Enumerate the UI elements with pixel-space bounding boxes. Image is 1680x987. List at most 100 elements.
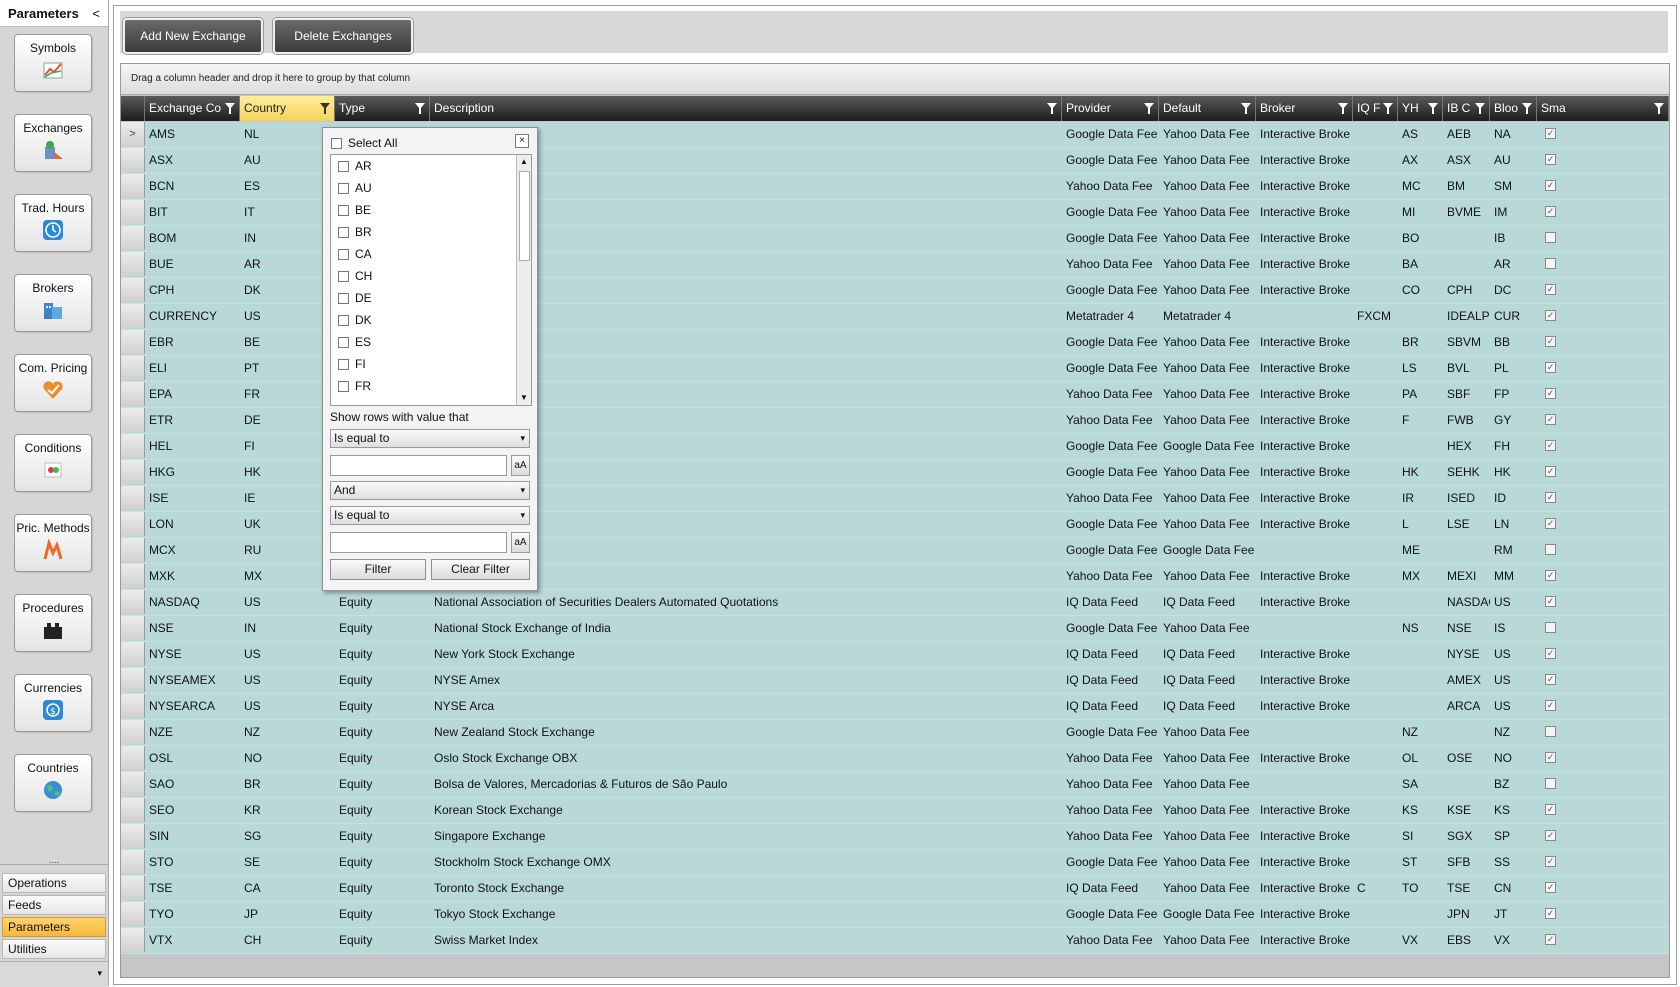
provider-cell[interactable]: Yahoo Data Fee <box>1062 252 1159 276</box>
broker-cell[interactable]: Interactive Broke <box>1256 382 1353 406</box>
ib-code-cell[interactable] <box>1443 720 1490 744</box>
bloomberg-code-cell[interactable]: IB <box>1490 226 1537 250</box>
bloomberg-code-cell[interactable]: NO <box>1490 746 1537 770</box>
yahoo-symbol-cell[interactable]: NS <box>1398 616 1443 640</box>
iq-feed-cell[interactable] <box>1353 434 1398 458</box>
table-row[interactable]: SIN SG Equity Singapore Exchange Yahoo Data … <box>121 824 1669 850</box>
provider-cell[interactable]: Google Data Fee <box>1062 330 1159 354</box>
filter-value-checkbox[interactable] <box>338 226 349 238</box>
provider-cell[interactable]: Yahoo Data Fee <box>1062 564 1159 588</box>
ib-code-cell[interactable]: BVME <box>1443 200 1490 224</box>
ib-code-cell[interactable]: NSE <box>1443 616 1490 640</box>
description-cell[interactable]: Tokyo Stock Exchange <box>430 902 1062 926</box>
ib-code-cell[interactable]: HEX <box>1443 434 1490 458</box>
broker-cell[interactable]: Interactive Broke <box>1256 486 1353 510</box>
bloomberg-code-cell[interactable]: US <box>1490 668 1537 692</box>
broker-cell[interactable]: Interactive Broke <box>1256 590 1353 614</box>
trading-hours-button[interactable]: Trad. Hours <box>14 194 92 252</box>
default-cell[interactable]: IQ Data Feed <box>1159 590 1256 614</box>
row-indicator[interactable] <box>121 512 145 536</box>
default-cell[interactable]: Google Data Fee <box>1159 434 1256 458</box>
iq-feed-cell[interactable] <box>1353 902 1398 926</box>
filter-icon[interactable] <box>225 103 235 114</box>
type-cell[interactable]: Equity <box>335 772 430 796</box>
smart-checkbox[interactable]: ✓ <box>1545 518 1556 529</box>
symbols-button[interactable]: Symbols <box>14 34 92 92</box>
bloomberg-code-cell[interactable]: FH <box>1490 434 1537 458</box>
yahoo-symbol-cell[interactable]: ST <box>1398 850 1443 874</box>
smart-checkbox[interactable]: ✓ <box>1545 934 1556 945</box>
yahoo-symbol-cell[interactable]: SA <box>1398 772 1443 796</box>
exchange-code-cell[interactable]: HEL <box>145 434 240 458</box>
chevron-down-icon[interactable]: ▾ <box>97 968 102 979</box>
country-cell[interactable]: US <box>240 668 335 692</box>
exchange-code-cell[interactable]: BCN <box>145 174 240 198</box>
filter-value-checkbox[interactable] <box>338 204 349 216</box>
default-cell[interactable]: Yahoo Data Fee <box>1159 122 1256 146</box>
ib-code-cell[interactable] <box>1443 538 1490 562</box>
bloomberg-code-cell[interactable]: VX <box>1490 928 1537 952</box>
table-row[interactable]: TSE CA Equity Toronto Stock Exchange IQ Data… <box>121 876 1669 902</box>
broker-cell[interactable]: Interactive Broke <box>1256 278 1353 302</box>
country-cell[interactable]: UK <box>240 512 335 536</box>
ib-code-cell[interactable]: MEXI <box>1443 564 1490 588</box>
description-cell[interactable]: National Association of Securities Deale… <box>430 590 1062 614</box>
filter-icon[interactable] <box>1428 103 1438 114</box>
filter-value-item[interactable]: BR <box>331 221 531 243</box>
yahoo-symbol-cell[interactable]: KS <box>1398 798 1443 822</box>
smart-checkbox[interactable] <box>1545 544 1556 555</box>
yahoo-symbol-cell[interactable] <box>1398 590 1443 614</box>
provider-cell[interactable]: Google Data Fee <box>1062 356 1159 380</box>
broker-cell[interactable]: Interactive Broke <box>1256 148 1353 172</box>
iq-feed-cell[interactable] <box>1353 824 1398 848</box>
broker-cell[interactable]: Interactive Broke <box>1256 746 1353 770</box>
default-cell[interactable]: Yahoo Data Fee <box>1159 772 1256 796</box>
type-cell[interactable]: Equity <box>335 824 430 848</box>
yahoo-symbol-cell[interactable]: CO <box>1398 278 1443 302</box>
type-cell[interactable]: Equity <box>335 876 430 900</box>
column-header-country[interactable]: Country <box>240 96 335 121</box>
exchange-code-cell[interactable]: ELI <box>145 356 240 380</box>
provider-cell[interactable]: Google Data Fee <box>1062 512 1159 536</box>
provider-cell[interactable]: IQ Data Feed <box>1062 694 1159 718</box>
bloomberg-code-cell[interactable]: SS <box>1490 850 1537 874</box>
scroll-up-icon[interactable]: ▲ <box>518 155 530 169</box>
bloomberg-code-cell[interactable]: US <box>1490 642 1537 666</box>
country-cell[interactable]: NZ <box>240 720 335 744</box>
ib-code-cell[interactable] <box>1443 772 1490 796</box>
column-header-iq-feed[interactable]: IQ F <box>1353 96 1398 121</box>
description-cell[interactable]: NYSE Amex <box>430 668 1062 692</box>
provider-cell[interactable]: Google Data Fee <box>1062 226 1159 250</box>
row-indicator[interactable] <box>121 434 145 458</box>
column-header-broker[interactable]: Broker <box>1256 96 1353 121</box>
type-cell[interactable]: Equity <box>335 642 430 666</box>
exchange-code-cell[interactable]: SEO <box>145 798 240 822</box>
iq-feed-cell[interactable] <box>1353 356 1398 380</box>
ib-code-cell[interactable]: BVL <box>1443 356 1490 380</box>
broker-cell[interactable]: Interactive Broke <box>1256 408 1353 432</box>
iq-feed-cell[interactable] <box>1353 642 1398 666</box>
row-indicator[interactable] <box>121 876 145 900</box>
exchange-code-cell[interactable]: SAO <box>145 772 240 796</box>
row-indicator[interactable] <box>121 538 145 562</box>
select-all-option[interactable]: Select All <box>331 136 397 150</box>
bloomberg-code-cell[interactable]: GY <box>1490 408 1537 432</box>
iq-feed-cell[interactable] <box>1353 746 1398 770</box>
yahoo-symbol-cell[interactable]: IR <box>1398 486 1443 510</box>
smart-checkbox[interactable] <box>1545 778 1556 789</box>
row-indicator[interactable] <box>121 616 145 640</box>
row-indicator[interactable] <box>121 174 145 198</box>
smart-checkbox[interactable] <box>1545 622 1556 633</box>
yahoo-symbol-cell[interactable]: SI <box>1398 824 1443 848</box>
yahoo-symbol-cell[interactable]: MX <box>1398 564 1443 588</box>
row-indicator[interactable] <box>121 486 145 510</box>
smart-checkbox[interactable]: ✓ <box>1545 128 1556 139</box>
default-cell[interactable]: Yahoo Data Fee <box>1159 356 1256 380</box>
default-cell[interactable]: Yahoo Data Fee <box>1159 174 1256 198</box>
country-cell[interactable]: IN <box>240 226 335 250</box>
filter-icon[interactable] <box>415 103 425 114</box>
bloomberg-code-cell[interactable]: NZ <box>1490 720 1537 744</box>
table-row[interactable]: SAO BR Equity Bolsa de Valores, Mercadorias… <box>121 772 1669 798</box>
exchange-code-cell[interactable]: BUE <box>145 252 240 276</box>
broker-cell[interactable] <box>1256 304 1353 328</box>
